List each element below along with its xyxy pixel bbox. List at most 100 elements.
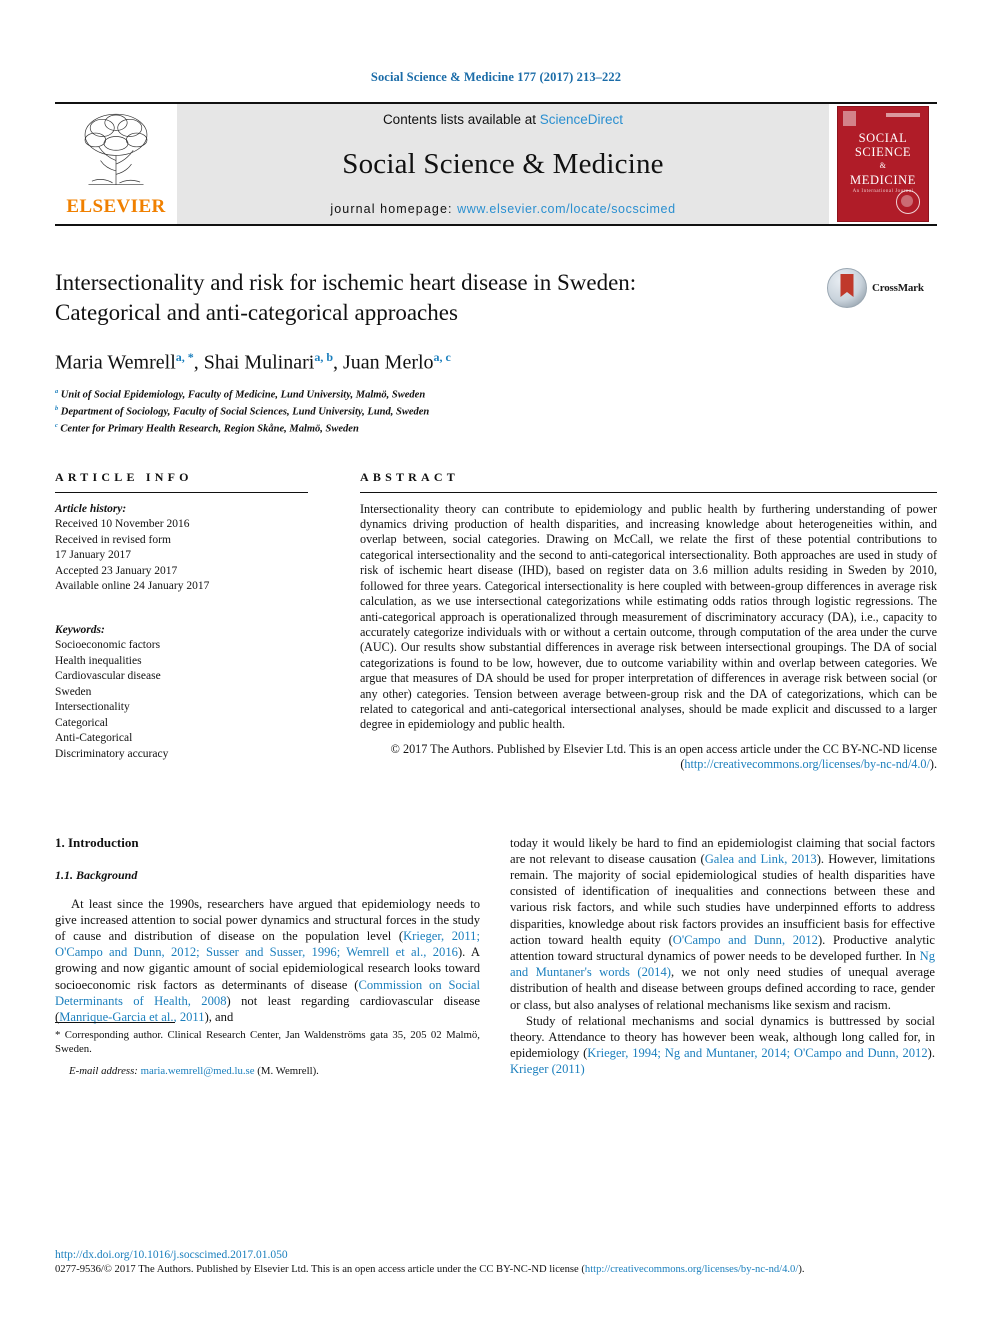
abstract-heading: ABSTRACT bbox=[360, 469, 459, 484]
keywords-label: Keywords: bbox=[55, 623, 105, 636]
issn-copyright-line: 0277-9536/© 2017 The Authors. Published … bbox=[55, 1263, 937, 1277]
keywords-block: Keywords: Socioeconomic factors Health i… bbox=[55, 623, 308, 763]
journal-cover-block: SOCIAL SCIENCE & MEDICINE An Internation… bbox=[829, 104, 937, 224]
cc-license-link[interactable]: http://creativecommons.org/licenses/by-n… bbox=[684, 757, 930, 771]
journal-homepage-link[interactable]: www.elsevier.com/locate/socscimed bbox=[457, 202, 675, 216]
article-title-line-1: Intersectionality and risk for ischemic … bbox=[55, 270, 637, 295]
masthead-bottom-rule bbox=[55, 224, 937, 226]
keyword-item: Socioeconomic factors bbox=[55, 639, 161, 652]
article-history-label: Article history: bbox=[55, 502, 127, 515]
citation-link[interactable]: Krieger (2011) bbox=[510, 1062, 585, 1076]
affiliation-text: Unit of Social Epidemiology, Faculty of … bbox=[60, 389, 426, 401]
crossmark-badge-group[interactable]: CrossMark bbox=[827, 268, 937, 308]
affiliation-mark: a bbox=[55, 387, 59, 395]
section-heading-1: 1. Introduction bbox=[55, 834, 139, 850]
cover-title-amp: & bbox=[879, 161, 887, 170]
affiliation-list: a Unit of Social Epidemiology, Faculty o… bbox=[55, 385, 937, 436]
cover-title-line3: MEDICINE bbox=[850, 173, 916, 187]
author-name[interactable]: Shai Mulinari bbox=[204, 352, 315, 374]
doi-link[interactable]: http://dx.doi.org/10.1016/j.socscimed.20… bbox=[55, 1248, 937, 1263]
article-info-rule bbox=[55, 491, 308, 493]
cover-title: SOCIAL SCIENCE & MEDICINE bbox=[838, 131, 928, 187]
abstract-copyright: © 2017 The Authors. Published by Elsevie… bbox=[360, 742, 937, 773]
article-history-item: Available online 24 January 2017 bbox=[55, 580, 210, 593]
keyword-item: Anti-Categorical bbox=[55, 732, 133, 745]
contents-prefix: Contents lists available at bbox=[382, 112, 540, 127]
abstract-text: Intersectionality theory can contribute … bbox=[360, 501, 937, 732]
abstract-column: ABSTRACT Intersectionality theory can co… bbox=[360, 470, 937, 773]
author-name[interactable]: Maria Wemrell bbox=[55, 352, 176, 374]
affiliation-text: Department of Sociology, Faculty of Soci… bbox=[60, 406, 430, 418]
article-history-item: 17 January 2017 bbox=[55, 549, 132, 562]
email-label: E-mail address: bbox=[69, 1064, 138, 1077]
keyword-item: Sweden bbox=[55, 685, 92, 698]
keyword-item: Cardiovascular disease bbox=[55, 670, 161, 683]
article-history-item: Received 10 November 2016 bbox=[55, 518, 190, 531]
article-title-line-2: Categorical and anti-categorical approac… bbox=[55, 300, 458, 325]
footnote-block: * Corresponding author. Clinical Researc… bbox=[55, 1021, 480, 1078]
email-suffix: (M. Wemrell). bbox=[254, 1064, 319, 1077]
article-history-item: Accepted 23 January 2017 bbox=[55, 564, 178, 577]
elsevier-logo: ELSEVIER bbox=[55, 104, 177, 224]
article-history-item: Received in revised form bbox=[55, 533, 171, 546]
affiliation-item: b Department of Sociology, Faculty of So… bbox=[55, 402, 937, 419]
abstract-rule bbox=[360, 491, 937, 493]
affiliation-text: Center for Primary Health Research, Regi… bbox=[60, 423, 359, 435]
author-marks: a, c bbox=[433, 350, 451, 364]
journal-masthead: ELSEVIER Contents lists available at Sci… bbox=[55, 102, 937, 224]
cc-license-link-footer[interactable]: http://creativecommons.org/licenses/by-n… bbox=[585, 1264, 798, 1275]
cover-elsevier-mark bbox=[843, 111, 856, 126]
title-area: CrossMark Intersectionality and risk for… bbox=[55, 268, 937, 436]
footnote-rule bbox=[55, 1021, 175, 1023]
contents-available-line: Contents lists available at ScienceDirec… bbox=[383, 112, 623, 127]
issn-suffix: ). bbox=[798, 1264, 805, 1275]
affiliation-item: c Center for Primary Health Research, Re… bbox=[55, 419, 937, 436]
author-marks: a, * bbox=[175, 350, 194, 364]
keyword-item: Intersectionality bbox=[55, 701, 130, 714]
paragraph: Study of relational mechanisms and socia… bbox=[510, 1013, 935, 1078]
running-head: Social Science & Medicine 177 (2017) 213… bbox=[370, 70, 622, 84]
page-title: Intersectionality and risk for ischemic … bbox=[55, 268, 755, 328]
paragraph: At least since the 1990s, researchers ha… bbox=[55, 896, 480, 1026]
article-first-page: Social Science & Medicine 177 (2017) 213… bbox=[0, 0, 992, 1323]
cover-title-line2: SCIENCE bbox=[854, 145, 912, 159]
citation-link[interactable]: Krieger, 1994; Ng and Muntaner, 2014; O'… bbox=[587, 1046, 927, 1060]
elsevier-wordmark: ELSEVIER bbox=[66, 196, 166, 217]
copyright-suffix: ). bbox=[929, 757, 937, 772]
paragraph-segment: ). bbox=[927, 1046, 935, 1061]
journal-homepage-line: journal homepage: www.elsevier.com/locat… bbox=[330, 202, 675, 216]
author-list: Maria Wemrella, *, Shai Mulinaria, b, Ju… bbox=[55, 350, 451, 374]
body-columns: 1. Introduction 1.1. Background At least… bbox=[55, 835, 937, 1078]
email-note: E-mail address: maria.wemrell@med.lu.se … bbox=[55, 1064, 480, 1078]
affiliation-mark: c bbox=[55, 421, 58, 429]
page-footer: http://dx.doi.org/10.1016/j.socscimed.20… bbox=[55, 1248, 937, 1277]
author-marks: a, b bbox=[314, 350, 333, 364]
homepage-prefix: journal homepage: bbox=[330, 202, 458, 216]
author-name[interactable]: Juan Merlo bbox=[343, 352, 434, 374]
citation-link[interactable]: O'Campo and Dunn, 2012 bbox=[673, 933, 818, 947]
cover-seal-icon bbox=[896, 190, 920, 214]
keyword-item: Health inequalities bbox=[55, 654, 142, 667]
sciencedirect-link[interactable]: ScienceDirect bbox=[540, 112, 623, 127]
info-abstract-section: ARTICLE INFO Article history: Received 1… bbox=[55, 470, 937, 773]
keyword-item: Categorical bbox=[55, 716, 109, 729]
citation-link[interactable]: Galea and Link, 2013 bbox=[705, 852, 817, 866]
paragraph: today it would likely be hard to find an… bbox=[510, 835, 935, 1013]
body-column-left: 1. Introduction 1.1. Background At least… bbox=[55, 835, 480, 1078]
body-column-right: today it would likely be hard to find an… bbox=[510, 835, 935, 1078]
keyword-item: Discriminatory accuracy bbox=[55, 747, 169, 760]
crossmark-icon bbox=[827, 268, 867, 308]
cover-title-line1: SOCIAL bbox=[858, 131, 908, 145]
article-info-column: ARTICLE INFO Article history: Received 1… bbox=[55, 470, 308, 773]
author-email-link[interactable]: maria.wemrell@med.lu.se bbox=[141, 1065, 255, 1077]
article-info-heading: ARTICLE INFO bbox=[55, 469, 193, 484]
cover-top-rule bbox=[886, 113, 920, 117]
journal-band: Contents lists available at ScienceDirec… bbox=[177, 104, 829, 224]
corresponding-author-note: * Corresponding author. Clinical Researc… bbox=[55, 1028, 480, 1055]
affiliation-mark: b bbox=[55, 404, 59, 412]
journal-cover-thumbnail: SOCIAL SCIENCE & MEDICINE An Internation… bbox=[837, 106, 929, 222]
elsevier-tree-icon bbox=[84, 113, 148, 186]
issn-prefix: 0277-9536/© 2017 The Authors. Published … bbox=[55, 1264, 585, 1275]
crossmark-label: CrossMark bbox=[872, 282, 924, 294]
journal-title: Social Science & Medicine bbox=[342, 148, 664, 180]
